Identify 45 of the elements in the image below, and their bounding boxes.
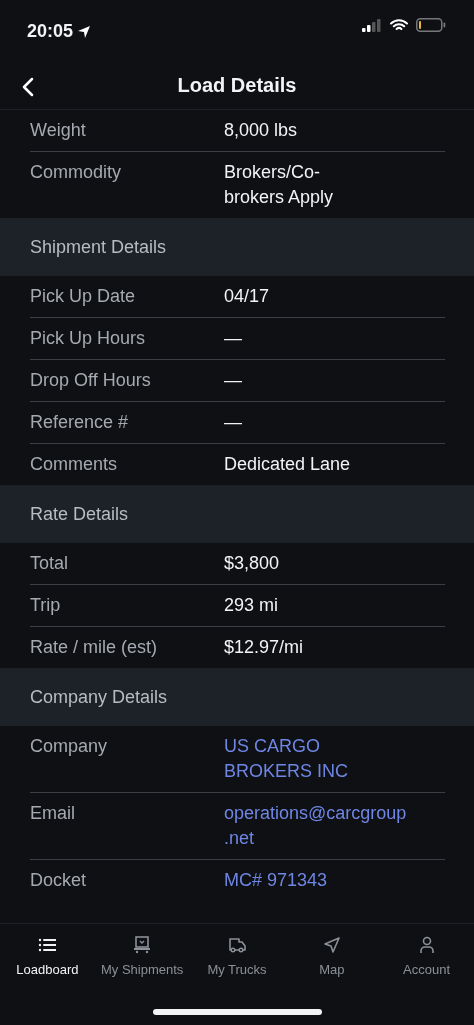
- section-header: Rate Details: [30, 502, 129, 526]
- box-cart-icon: [133, 936, 152, 954]
- field-value: —: [224, 327, 242, 350]
- field-value: $12.97/mi: [224, 636, 304, 659]
- field-value: 04/17: [224, 285, 270, 308]
- value-link[interactable]: US CARGO BROKERS INC: [224, 734, 349, 784]
- field-label: Total: [30, 552, 70, 575]
- field-value: 8,000 lbs: [224, 119, 298, 142]
- tab-bar-item[interactable]: Map: [284, 936, 380, 980]
- navigation-arrow-icon: [322, 936, 341, 954]
- field-label: Trip: [30, 594, 62, 617]
- field-label: Comments: [30, 453, 119, 476]
- tab-bar-item[interactable]: My Trucks: [189, 936, 285, 980]
- screen-title: Load Details: [176, 72, 298, 97]
- value-link[interactable]: MC# 971343: [224, 868, 328, 893]
- section-header: Company Details: [30, 685, 168, 709]
- location-arrow-icon: [77, 24, 92, 39]
- person-icon: [417, 936, 436, 954]
- field-label: Commodity: [30, 161, 123, 184]
- field-value: $3,800: [224, 552, 280, 575]
- value-link[interactable]: operations@carcgroup .net: [224, 801, 407, 851]
- wifi-icon: [390, 18, 408, 32]
- field-value: —: [224, 411, 242, 434]
- status-time: 20:05: [27, 20, 74, 43]
- section-header: Shipment Details: [30, 235, 167, 259]
- field-label: Weight: [30, 119, 87, 142]
- field-value: —: [224, 369, 242, 392]
- field-label: Drop Off Hours: [30, 369, 152, 392]
- tab-bar-item[interactable]: My Shipments: [94, 936, 190, 980]
- battery-icon: [416, 18, 446, 32]
- truck-icon: [228, 936, 246, 954]
- field-label: Rate / mile (est): [30, 636, 159, 659]
- field-value: Dedicated Lane: [224, 453, 351, 476]
- field-value: Brokers/Co- brokers Apply: [224, 161, 334, 209]
- signal-icon: [362, 18, 382, 32]
- tab-bar-item[interactable]: Account: [379, 936, 474, 980]
- field-label: Email: [30, 802, 76, 825]
- tab-bar-item[interactable]: Loadboard: [0, 936, 95, 980]
- field-label: Pick Up Date: [30, 285, 137, 308]
- list-icon: [38, 936, 57, 954]
- field-value: 293 mi: [224, 594, 279, 617]
- field-label: Docket: [30, 869, 88, 892]
- field-label: Reference #: [30, 411, 130, 434]
- field-label: Company: [30, 735, 109, 758]
- field-label: Pick Up Hours: [30, 327, 147, 350]
